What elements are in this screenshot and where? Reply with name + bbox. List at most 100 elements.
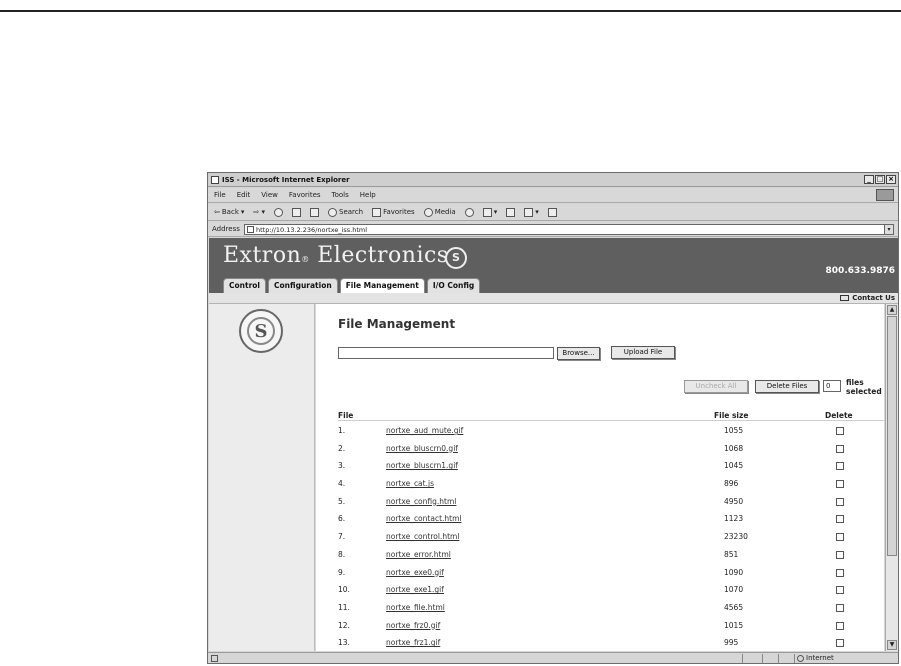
menu-edit[interactable]: Edit — [237, 188, 251, 202]
refresh-button[interactable] — [292, 207, 301, 217]
history-button[interactable] — [464, 207, 474, 217]
address-label: Address — [212, 225, 240, 233]
status-bar: Internet — [208, 652, 898, 663]
delete-files-button[interactable]: Delete Files — [755, 380, 819, 393]
home-button[interactable] — [310, 207, 319, 217]
file-size: 23230 — [724, 532, 748, 542]
table-row: 10. nortxe_exe1.gif 1070 — [338, 583, 884, 601]
contact-us-link[interactable]: Contact Us — [852, 294, 895, 302]
tab-control[interactable]: Control — [223, 278, 267, 293]
close-button[interactable]: × — [886, 175, 896, 184]
edit-button[interactable]: ▾ — [524, 204, 539, 221]
table-row: 1. nortxe_aud_mute.gif 1055 — [338, 424, 884, 442]
file-link[interactable]: nortxe_cat.js — [386, 479, 434, 489]
uncheck-all-button[interactable]: Uncheck All — [684, 380, 748, 393]
file-link[interactable]: nortxe_frz1.gif — [386, 638, 440, 648]
mail-button[interactable]: ▾ — [482, 204, 497, 221]
minimize-button[interactable]: _ — [864, 175, 874, 184]
address-input[interactable]: http://10.13.2.236/nortxe_iss.html ▾ — [244, 224, 894, 235]
delete-checkbox[interactable] — [836, 462, 844, 471]
row-number: 13. — [338, 638, 350, 648]
file-link[interactable]: nortxe_contact.html — [386, 514, 461, 524]
menu-file[interactable]: File — [214, 188, 226, 202]
file-link[interactable]: nortxe_aud_mute.gif — [386, 426, 463, 436]
delete-checkbox[interactable] — [836, 497, 844, 506]
file-link[interactable]: nortxe_exe0.gif — [386, 568, 444, 578]
favorites-button[interactable]: Favorites — [372, 204, 415, 221]
table-row: 4. nortxe_cat.js 896 — [338, 477, 884, 495]
table-row: 6. nortxe_contact.html 1123 — [338, 512, 884, 530]
file-link[interactable]: nortxe_error.html — [386, 550, 451, 560]
favorites-icon — [372, 207, 382, 217]
tab-file-management[interactable]: File Management — [339, 278, 425, 293]
browser-window: ISS - Microsoft Internet Explorer _ □ × … — [207, 172, 899, 664]
scroll-down-icon[interactable]: ▼ — [887, 640, 897, 650]
row-number: 6. — [338, 514, 346, 524]
media-button[interactable]: Media — [423, 204, 456, 221]
back-button[interactable]: ⇦ Back ▾ — [214, 204, 244, 221]
stop-button[interactable] — [274, 207, 283, 217]
delete-checkbox[interactable] — [836, 444, 844, 453]
menu-tools[interactable]: Tools — [332, 188, 349, 202]
print-icon — [506, 207, 516, 217]
files-selected-label: files selected — [846, 378, 882, 396]
menu-favorites[interactable]: Favorites — [289, 188, 321, 202]
left-sidebar: S — [209, 304, 315, 651]
print-button[interactable] — [506, 207, 516, 217]
address-dropdown-icon[interactable]: ▾ — [884, 225, 893, 234]
table-row: 3. nortxe_bluscrn1.gif 1045 — [338, 459, 884, 477]
tab-configuration[interactable]: Configuration — [268, 278, 338, 293]
file-link[interactable]: nortxe_file.html — [386, 603, 445, 613]
forward-button[interactable]: ⇨ ▾ — [253, 204, 265, 221]
file-link[interactable]: nortxe_config.html — [386, 497, 456, 507]
upload-file-button[interactable]: Upload File — [611, 346, 675, 359]
menu-help[interactable]: Help — [360, 188, 376, 202]
file-link[interactable]: nortxe_bluscrn0.gif — [386, 444, 458, 454]
delete-checkbox[interactable] — [836, 427, 844, 435]
brand-name: Extron® Electronics — [223, 243, 449, 268]
delete-checkbox[interactable] — [836, 621, 844, 630]
mail-icon — [482, 207, 492, 217]
selected-count-field[interactable]: 0 — [823, 380, 841, 392]
row-number: 4. — [338, 479, 346, 489]
nav-tabs: Control Configuration File Management I/… — [223, 278, 481, 293]
file-size: 1123 — [724, 514, 744, 524]
word-icon — [524, 207, 534, 217]
extron-logo-icon: S — [445, 247, 467, 269]
delete-checkbox[interactable] — [836, 550, 844, 559]
file-link[interactable]: nortxe_control.html — [386, 532, 459, 542]
file-size: 1090 — [724, 567, 744, 577]
media-icon — [423, 207, 433, 217]
delete-checkbox[interactable] — [836, 603, 844, 612]
file-path-input[interactable] — [338, 347, 554, 359]
file-link[interactable]: nortxe_frz0.gif — [386, 621, 440, 631]
discuss-button[interactable] — [547, 207, 557, 217]
delete-checkbox[interactable] — [836, 568, 844, 577]
maximize-button[interactable]: □ — [875, 175, 885, 184]
vertical-scrollbar[interactable]: ▲ ▼ — [885, 304, 898, 651]
delete-checkbox[interactable] — [836, 515, 844, 524]
file-size: 4565 — [724, 602, 744, 612]
search-button[interactable]: Search — [328, 204, 363, 221]
delete-checkbox[interactable] — [836, 533, 844, 542]
delete-checkbox[interactable] — [836, 586, 844, 595]
title-bar: ISS - Microsoft Internet Explorer _ □ × — [208, 173, 898, 187]
history-icon — [464, 207, 474, 217]
delete-checkbox[interactable] — [836, 480, 844, 489]
file-link[interactable]: nortxe_bluscrn1.gif — [386, 461, 458, 471]
scroll-up-icon[interactable]: ▲ — [887, 305, 897, 315]
window-controls: _ □ × — [864, 175, 896, 184]
delete-checkbox[interactable] — [836, 639, 844, 648]
status-page-icon — [211, 655, 218, 662]
row-number: 3. — [338, 461, 346, 471]
menu-bar: File Edit View Favorites Tools Help — [208, 188, 898, 203]
file-size: 1068 — [724, 443, 744, 453]
menu-view[interactable]: View — [261, 188, 278, 202]
file-size: 1015 — [724, 620, 744, 630]
browse-button[interactable]: Browse... — [557, 347, 600, 360]
table-row: 7. nortxe_control.html 23230 — [338, 530, 884, 548]
page-top-rule — [0, 10, 901, 12]
tab-io-config[interactable]: I/O Config — [426, 278, 481, 293]
file-link[interactable]: nortxe_exe1.gif — [386, 585, 444, 595]
scroll-thumb[interactable] — [887, 316, 897, 556]
